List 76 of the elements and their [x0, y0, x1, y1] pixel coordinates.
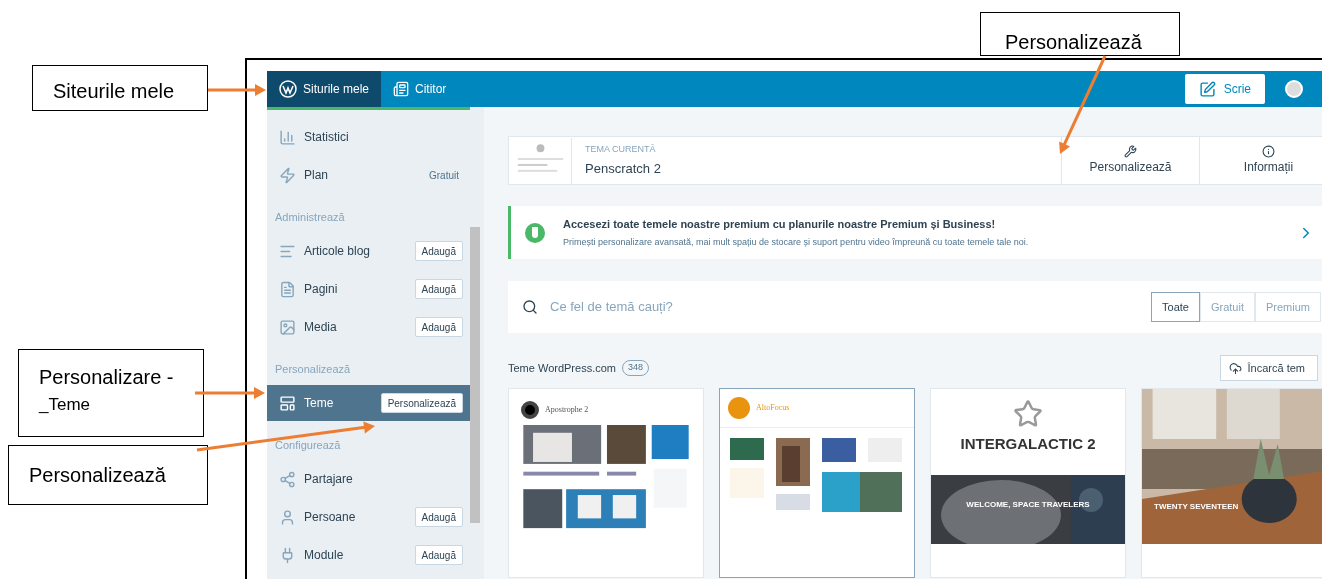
sidebar-label: Partajare	[304, 471, 354, 488]
share-icon	[279, 470, 296, 488]
sidebar-label: Articole blog	[304, 243, 372, 260]
theme-action-button[interactable]: Informații	[1199, 137, 1322, 184]
sidebar-item[interactable]: Plan Gratuit	[267, 157, 470, 193]
upload-icon	[1228, 361, 1242, 375]
sidebar-label: Plan	[304, 167, 330, 184]
sidebar-action-button[interactable]: Personalizează	[380, 393, 463, 413]
sidebar-item[interactable]: Pagini Adaugă	[267, 271, 470, 307]
sidebar-item[interactable]: Media Adaugă	[267, 309, 470, 345]
section-header: Configurează	[274, 438, 341, 453]
image-icon	[279, 318, 296, 336]
reader-icon	[393, 81, 410, 97]
hero-heading: TWENTY SEVENTEEN	[1154, 501, 1239, 513]
logo-icon	[521, 401, 539, 419]
arrow	[195, 387, 265, 399]
current-theme-label: TEMA CURENTĂ	[585, 142, 657, 156]
write-button[interactable]: Scrie	[1184, 74, 1265, 104]
sidebar-item[interactable]: Articole blog Adaugă	[267, 233, 470, 269]
callout-text: Personalizare -	[39, 365, 175, 390]
theme-site-title: Apostrophe 2	[545, 404, 589, 416]
callout-text: Personalizează	[1005, 30, 1143, 55]
top-tab[interactable]: Cititor	[381, 71, 459, 107]
sidebar-item[interactable]: Partajare	[267, 461, 470, 497]
theme-card[interactable]: TWENTY SEVENTEEN	[1141, 388, 1322, 578]
upload-theme-button[interactable]: Încarcă tem	[1219, 355, 1318, 381]
search-icon	[522, 299, 538, 315]
section-title: Teme WordPress.com	[508, 360, 616, 376]
logo-icon	[728, 397, 750, 419]
callout-text: Personalizează	[29, 463, 167, 488]
sidebar-label: Statistici	[304, 129, 350, 146]
section-header: Administrează	[274, 210, 345, 225]
sidebar-label: Media	[304, 319, 338, 336]
sidebar-label: Persoane	[304, 509, 357, 526]
theme-site-title: INTERGALACTIC 2	[960, 434, 1096, 454]
bolt-icon	[279, 166, 296, 184]
sidebar-item[interactable]: Statistici	[267, 119, 470, 155]
callout-text: Siteurile mele	[53, 79, 176, 104]
upgrade-icon	[525, 222, 545, 243]
sidebar-item[interactable]: Module Adaugă	[267, 537, 470, 573]
search-field[interactable]: Ce fel de temă cauți? Toate Gratuit Premium	[508, 281, 1322, 333]
bar-chart-icon	[279, 128, 296, 146]
avatar[interactable]	[1285, 80, 1303, 98]
sidebar-action-button[interactable]: Adaugă	[414, 241, 463, 261]
star-icon	[1013, 399, 1043, 429]
layout-icon	[279, 394, 296, 412]
current-theme-name: Penscratch 2	[585, 160, 662, 178]
sidebar-label: Module	[304, 547, 345, 564]
sidebar-item[interactable]: Persoane Adaugă	[267, 499, 470, 535]
hero-heading: WELCOME, SPACE TRAVELERS	[965, 499, 1091, 511]
sidebar-action-button[interactable]: Adaugă	[414, 317, 463, 337]
person-icon	[279, 508, 296, 526]
callout-text: _Teme	[39, 394, 92, 416]
sidebar-action-button[interactable]: Adaugă	[414, 507, 463, 527]
page-icon	[279, 280, 296, 298]
banner-title: Accesezi toate temele noastre premium cu planurile noastre Premium și Business!	[563, 217, 997, 232]
sidebar-label: Pagini	[304, 281, 339, 298]
theme-site-title: AltoFocus	[756, 402, 790, 414]
sidebar-item[interactable]: Teme Personalizează	[267, 385, 470, 421]
logo-icon	[279, 80, 297, 98]
sidebar-label: Teme	[304, 395, 335, 412]
scrollbar[interactable]	[470, 107, 484, 579]
edit-icon	[1198, 80, 1216, 98]
theme-card[interactable]: Apostrophe 2	[508, 388, 704, 578]
upgrade-banner[interactable]: Accesezi toate temele noastre premium cu planurile noastre Premium și Business! Primești personalizare avansată, mai mult spațiu de stocare și suport pentru video împreună cu toate temele tale noi.	[508, 206, 1322, 259]
top-tab[interactable]: Siturile mele	[267, 71, 382, 107]
theme-card[interactable]: INTERGALACTIC 2 WELCOME, SPACE TRAVELERS	[930, 388, 1126, 578]
sidebar-action-button[interactable]: Adaugă	[414, 545, 463, 565]
info-icon	[1262, 145, 1275, 158]
filter-tab[interactable]: Toate	[1151, 292, 1200, 322]
banner-text: Primești personalizare avansată, mai mult spațiu de stocare și suport pentru video împreună cu toate temele tale noi.	[563, 235, 1030, 249]
section-header: Personalizează	[274, 362, 351, 377]
plan-note: Gratuit	[429, 168, 459, 183]
tools-icon	[1124, 145, 1137, 158]
sidebar-action-button[interactable]: Adaugă	[414, 279, 463, 299]
arrow	[208, 84, 266, 96]
